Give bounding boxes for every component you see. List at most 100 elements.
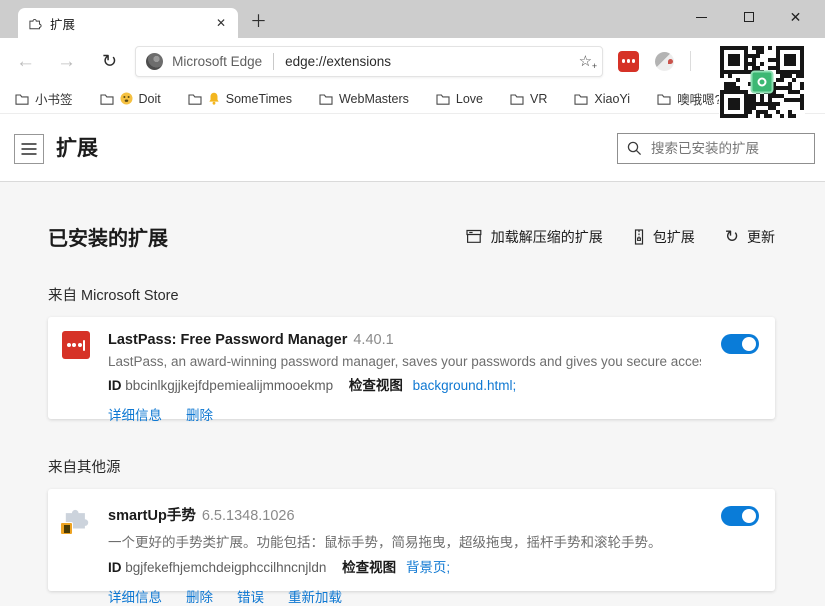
bell-emoji-icon: [208, 92, 220, 105]
bookmark-label: XiaoYi: [594, 91, 631, 106]
background-page-link[interactable]: 背景页;: [406, 560, 450, 575]
tab-title: 扩展: [50, 17, 76, 32]
load-unpacked-icon: [466, 229, 483, 244]
close-icon: ✕: [789, 8, 802, 25]
address-divider: [273, 52, 275, 70]
extension-id: bgjfekefhjemchdeigphccilhncnjldn: [125, 560, 327, 575]
folder-icon: [319, 93, 333, 105]
section-label-store: 来自 Microsoft Store: [48, 288, 179, 304]
extension-version: 6.5.1348.1026: [201, 508, 295, 524]
folder-icon: [188, 93, 202, 105]
folder-icon: [99, 93, 114, 105]
folder-icon: [436, 93, 450, 105]
browser-window: 扩展 ✕ ＋ ✕ ← → ↻ Microsoft Edge edge://ext…: [0, 0, 825, 606]
tab-strip: 扩展 ✕ ＋ ✕: [0, 0, 825, 38]
maximize-button[interactable]: [725, 0, 772, 34]
pack-extension-icon: [633, 228, 645, 245]
menu-button[interactable]: [14, 134, 44, 164]
bookmark-folder-xiaoshuqian[interactable]: 小书签: [15, 89, 73, 108]
page-title: 扩展: [56, 137, 98, 160]
folder-icon: [510, 93, 524, 105]
hamburger-icon: [21, 143, 37, 155]
toggle-knob: [742, 337, 756, 351]
extension-description: 一个更好的手势类扩展。功能包括：鼠标手势，简易拖曳，超级拖曳，摇杆手势和滚轮手势…: [108, 535, 662, 550]
add-favorite-button[interactable]: ☆ +: [578, 52, 597, 71]
extension-enabled-toggle[interactable]: [721, 334, 759, 354]
smartup-extension-icon: [60, 503, 92, 535]
load-unpacked-label: 加载解压缩的扩展: [490, 228, 603, 245]
extensions-puzzle-icon: [28, 16, 42, 30]
face-emoji-icon: [120, 92, 133, 105]
window-controls: ✕: [678, 0, 819, 34]
bookmark-folder-doit[interactable]: Doit: [99, 92, 161, 106]
bookmark-label: 小书签: [35, 93, 73, 107]
section-label-other: 来自其他源: [48, 460, 121, 476]
inspect-views-label: 检查视图: [348, 378, 403, 393]
toolbar-divider: [690, 51, 692, 71]
extensions-search-box[interactable]: [617, 133, 815, 164]
maximize-icon: [743, 12, 754, 22]
bookmark-label: VR: [530, 91, 548, 106]
inspect-views-label: 检查视图: [342, 560, 397, 575]
folder-icon: [574, 93, 588, 105]
update-label: 更新: [747, 228, 775, 245]
bookmark-label: Love: [455, 91, 484, 106]
id-label: ID: [108, 378, 122, 393]
search-input[interactable]: [651, 141, 805, 156]
extension-id: bbcinlkgjjkejfdpemiealijmmooekmp: [125, 378, 334, 393]
extension-title: LastPass: Free Password Manager: [108, 332, 348, 348]
extension-version: 4.40.1: [353, 332, 394, 348]
close-button[interactable]: ✕: [772, 0, 819, 34]
remove-link[interactable]: 删除: [186, 586, 213, 606]
qr-center-logo-icon: [750, 70, 774, 94]
bookmark-folder-ooen[interactable]: 噢哦嗯?: [657, 89, 722, 108]
update-icon: ↻: [724, 227, 739, 246]
smartup-toolbar-icon[interactable]: [655, 51, 675, 71]
browser-tab-extensions[interactable]: 扩展 ✕: [18, 8, 238, 38]
extension-card-lastpass: LastPass: Free Password Manager 4.40.1 La…: [48, 317, 775, 423]
extension-title: smartUp手势: [108, 508, 196, 524]
update-button[interactable]: ↻ 更新: [725, 227, 775, 247]
url-text[interactable]: edge://extensions: [285, 54, 579, 69]
minimize-button[interactable]: [678, 0, 725, 34]
edge-logo-icon: [146, 52, 164, 70]
qr-code-image: [719, 45, 805, 119]
bookmark-folder-vr[interactable]: VR: [510, 92, 547, 106]
new-tab-button[interactable]: ＋: [250, 7, 267, 32]
load-unpacked-button[interactable]: 加载解压缩的扩展: [466, 227, 603, 247]
pack-extension-label: 包扩展: [652, 228, 695, 245]
details-link[interactable]: 详细信息: [108, 404, 162, 424]
details-link[interactable]: 详细信息: [108, 586, 162, 606]
star-icon: ☆: [578, 52, 593, 70]
remove-link[interactable]: 删除: [186, 404, 213, 424]
reload-link[interactable]: 重新加载: [288, 586, 342, 606]
star-plus-icon: +: [591, 60, 598, 71]
bookmark-folder-love[interactable]: Love: [436, 92, 483, 106]
background-page-link[interactable]: background.html;: [413, 378, 517, 393]
id-label: ID: [108, 560, 122, 575]
bookmark-folder-xiaoyi[interactable]: XiaoYi: [574, 92, 630, 106]
forward-button[interactable]: →: [57, 52, 76, 71]
bookmark-folder-sometimes[interactable]: SomeTimes: [188, 92, 292, 106]
bookmark-label: 噢哦嗯?: [677, 93, 722, 107]
back-button[interactable]: ←: [16, 52, 35, 71]
search-icon: [627, 141, 642, 156]
extension-card-smartup: smartUp手势 6.5.1348.1026 一个更好的手势类扩展。功能包括：鼠…: [48, 489, 775, 605]
toggle-knob: [742, 509, 756, 523]
browser-toolbar: ← → ↻ Microsoft Edge edge://extensions ☆…: [0, 38, 825, 84]
address-bar[interactable]: Microsoft Edge edge://extensions ☆ +: [135, 45, 604, 77]
installed-extensions-heading: 已安装的扩展: [48, 228, 168, 250]
site-label: Microsoft Edge: [172, 53, 263, 69]
errors-link[interactable]: 错误: [237, 586, 264, 606]
bookmark-folder-webmasters[interactable]: WebMasters: [319, 92, 409, 106]
pack-extension-button[interactable]: 包扩展: [633, 227, 695, 247]
bookmarks-bar: 小书签 Doit SomeTimes WebMasters Love VR Xi…: [0, 84, 825, 114]
extension-enabled-toggle[interactable]: [721, 506, 759, 526]
warning-badge-icon: [60, 522, 73, 535]
extensions-content: 已安装的扩展 加载解压缩的扩展 包扩展 ↻ 更新 来自 Microsoft St…: [0, 182, 825, 606]
lastpass-toolbar-icon[interactable]: [618, 50, 640, 72]
folder-icon: [15, 93, 29, 105]
refresh-button[interactable]: ↻: [102, 52, 117, 70]
extension-actions: 加载解压缩的扩展 包扩展 ↻ 更新: [466, 227, 775, 247]
tab-close-icon[interactable]: ✕: [214, 16, 228, 30]
